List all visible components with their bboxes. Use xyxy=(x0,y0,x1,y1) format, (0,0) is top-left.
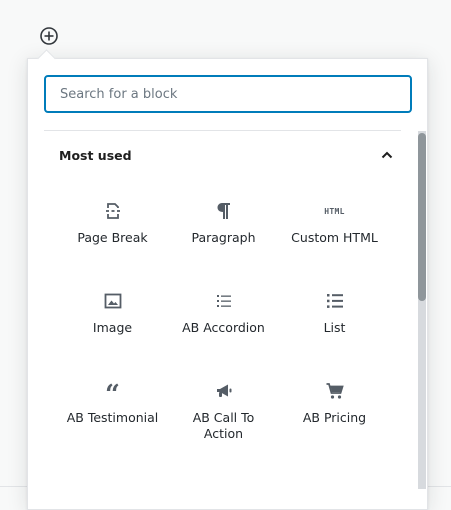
block-item-ab-call-to-action[interactable]: AB Call To Action xyxy=(168,367,279,457)
block-inserter-popover: Most used Page Break xyxy=(27,58,428,510)
block-label: AB Pricing xyxy=(302,410,367,425)
block-item-page-break[interactable]: Page Break xyxy=(57,187,168,277)
block-search-input[interactable] xyxy=(44,75,412,113)
search-wrap xyxy=(44,75,412,113)
page-break-icon xyxy=(101,199,125,223)
block-label: Paragraph xyxy=(191,230,256,245)
block-item-ab-testimonial[interactable]: “ AB Testimonial xyxy=(57,367,168,457)
scrollbar-thumb[interactable] xyxy=(418,133,426,301)
block-label: AB Testimonial xyxy=(66,410,159,425)
quote-glyph: “ xyxy=(105,380,120,410)
block-item-list[interactable]: List xyxy=(279,277,390,367)
block-item-ab-accordion[interactable]: AB Accordion xyxy=(168,277,279,367)
list-icon xyxy=(323,289,347,313)
block-item-image[interactable]: Image xyxy=(57,277,168,367)
block-label: Page Break xyxy=(77,230,148,245)
block-grid: Page Break Paragraph HTML Custom HTML Im… xyxy=(57,187,390,457)
html-icon: HTML xyxy=(323,199,347,223)
block-label: Image xyxy=(92,320,133,335)
html-glyph: HTML xyxy=(324,206,345,216)
plus-circle-icon xyxy=(40,27,58,45)
accordion-list-icon xyxy=(212,289,236,313)
block-item-custom-html[interactable]: HTML Custom HTML xyxy=(279,187,390,277)
quote-icon: “ xyxy=(101,379,125,408)
image-icon xyxy=(101,289,125,313)
block-label: List xyxy=(323,320,346,335)
paragraph-icon xyxy=(212,199,236,223)
panel-title: Most used xyxy=(59,147,132,163)
cart-icon xyxy=(323,379,347,403)
block-label: Custom HTML xyxy=(291,230,378,245)
block-list-scrollbar[interactable] xyxy=(418,131,426,489)
megaphone-icon xyxy=(212,379,236,403)
block-label: AB Accordion xyxy=(182,320,265,335)
chevron-up-icon xyxy=(375,143,399,167)
block-label: AB Call To Action xyxy=(192,410,255,441)
add-block-toggle[interactable] xyxy=(39,26,59,46)
block-item-paragraph[interactable]: Paragraph xyxy=(168,187,279,277)
most-used-panel-toggle[interactable]: Most used xyxy=(44,131,401,179)
block-item-ab-pricing[interactable]: AB Pricing xyxy=(279,367,390,457)
